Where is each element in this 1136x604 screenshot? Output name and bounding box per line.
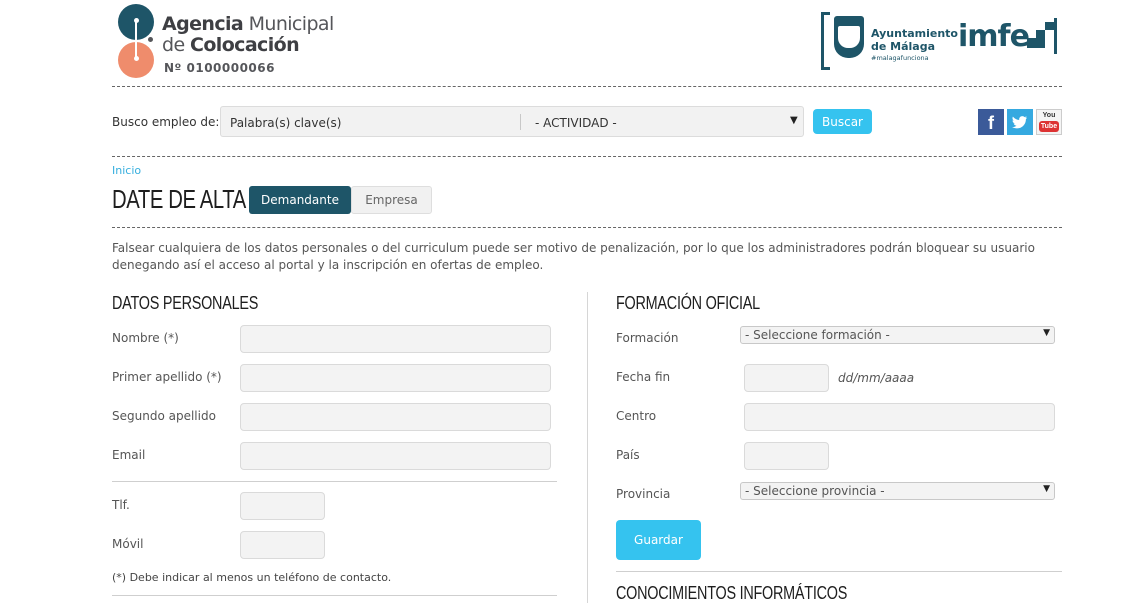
tab-empresa[interactable]: Empresa [351,186,432,214]
ayuntamiento-name: Ayuntamiento de Málaga [871,27,958,53]
apellido1-label: Primer apellido (*) [112,370,222,384]
movil-label: Móvil [112,537,144,551]
nombre-label: Nombre (*) [112,331,179,345]
section-rule [112,481,557,482]
phone-note: (*) Debe indicar al menos un teléfono de… [112,571,392,584]
email-input[interactable] [240,442,551,470]
malaga-shield-inner-icon [838,26,860,48]
fecha-label: Fecha fin [616,370,671,384]
provincia-label: Provincia [616,487,671,501]
nombre-input[interactable] [240,325,551,353]
apellido2-input[interactable] [240,403,551,431]
divider [112,156,1062,157]
youtube-icon[interactable]: You Tube [1036,109,1062,135]
movil-input[interactable] [240,531,325,559]
activity-select[interactable]: - ACTIVIDAD - [535,116,617,130]
centro-input[interactable] [744,403,1055,431]
twitter-bird-icon [1012,116,1027,129]
agency-name: Agencia Municipal de Colocación [162,13,334,56]
column-divider [587,292,588,603]
fecha-fin-input[interactable] [744,364,829,392]
formacion-label: Formación [616,331,679,345]
provincia-select[interactable]: - Seleccione provincia - ▼ [740,482,1055,500]
chevron-down-icon: ▼ [1043,328,1050,338]
save-button[interactable]: Guardar [616,520,701,560]
section-heading-formacion: FORMACIÓN OFICIAL [616,293,760,313]
search-label: Busco empleo de: [112,115,220,129]
keyword-input[interactable]: Palabra(s) clave(s) [230,116,341,130]
tlf-label: Tlf. [112,498,130,512]
imfe-steps-icon [1027,18,1057,54]
breadcrumb-home[interactable]: Inicio [112,164,141,177]
chevron-down-icon: ▼ [1043,484,1050,494]
twitter-icon[interactable] [1007,109,1033,135]
section-rule [112,595,557,596]
search-separator [520,114,521,130]
agency-number: Nº 0100000066 [164,61,275,75]
bracket-left-icon [821,12,830,70]
pais-label: País [616,448,640,462]
logo-dot-icon [134,56,139,61]
apellido2-label: Segundo apellido [112,409,216,423]
email-label: Email [112,448,146,462]
apellido1-input[interactable] [240,364,551,392]
logo-dot-icon [134,18,139,23]
pais-input[interactable] [744,442,829,470]
imfe-text: imfe [958,19,1030,54]
warning-text: Falsear cualquiera de los datos personal… [112,241,1035,272]
search-button[interactable]: Buscar [813,109,872,134]
ayuntamiento-hashtag: #malagafunciona [871,54,929,62]
youtube-tube-text: Tube [1039,121,1059,132]
formacion-select[interactable]: - Seleccione formación - ▼ [740,326,1055,344]
fecha-format-hint: dd/mm/aaaa [838,371,915,385]
chevron-down-icon[interactable]: ▼ [790,115,798,126]
centro-label: Centro [616,409,657,423]
logo-connector-icon [135,20,137,58]
page-title: DATE DE ALTA | [112,184,255,214]
tab-demandante[interactable]: Demandante [249,186,351,214]
section-heading-informatica: CONOCIMIENTOS INFORMÁTICOS [616,583,848,603]
tlf-input[interactable] [240,492,325,520]
divider [112,227,1062,228]
formacion-select-value: - Seleccione formación - [745,328,890,342]
section-heading-personal: DATOS PERSONALES [112,293,259,313]
divider [112,86,1062,87]
provincia-select-value: - Seleccione provincia - [745,484,885,498]
logo-dot-icon [148,37,153,42]
section-rule [616,571,1062,572]
youtube-you-text: You [1042,112,1056,119]
facebook-icon[interactable]: f [978,109,1004,135]
